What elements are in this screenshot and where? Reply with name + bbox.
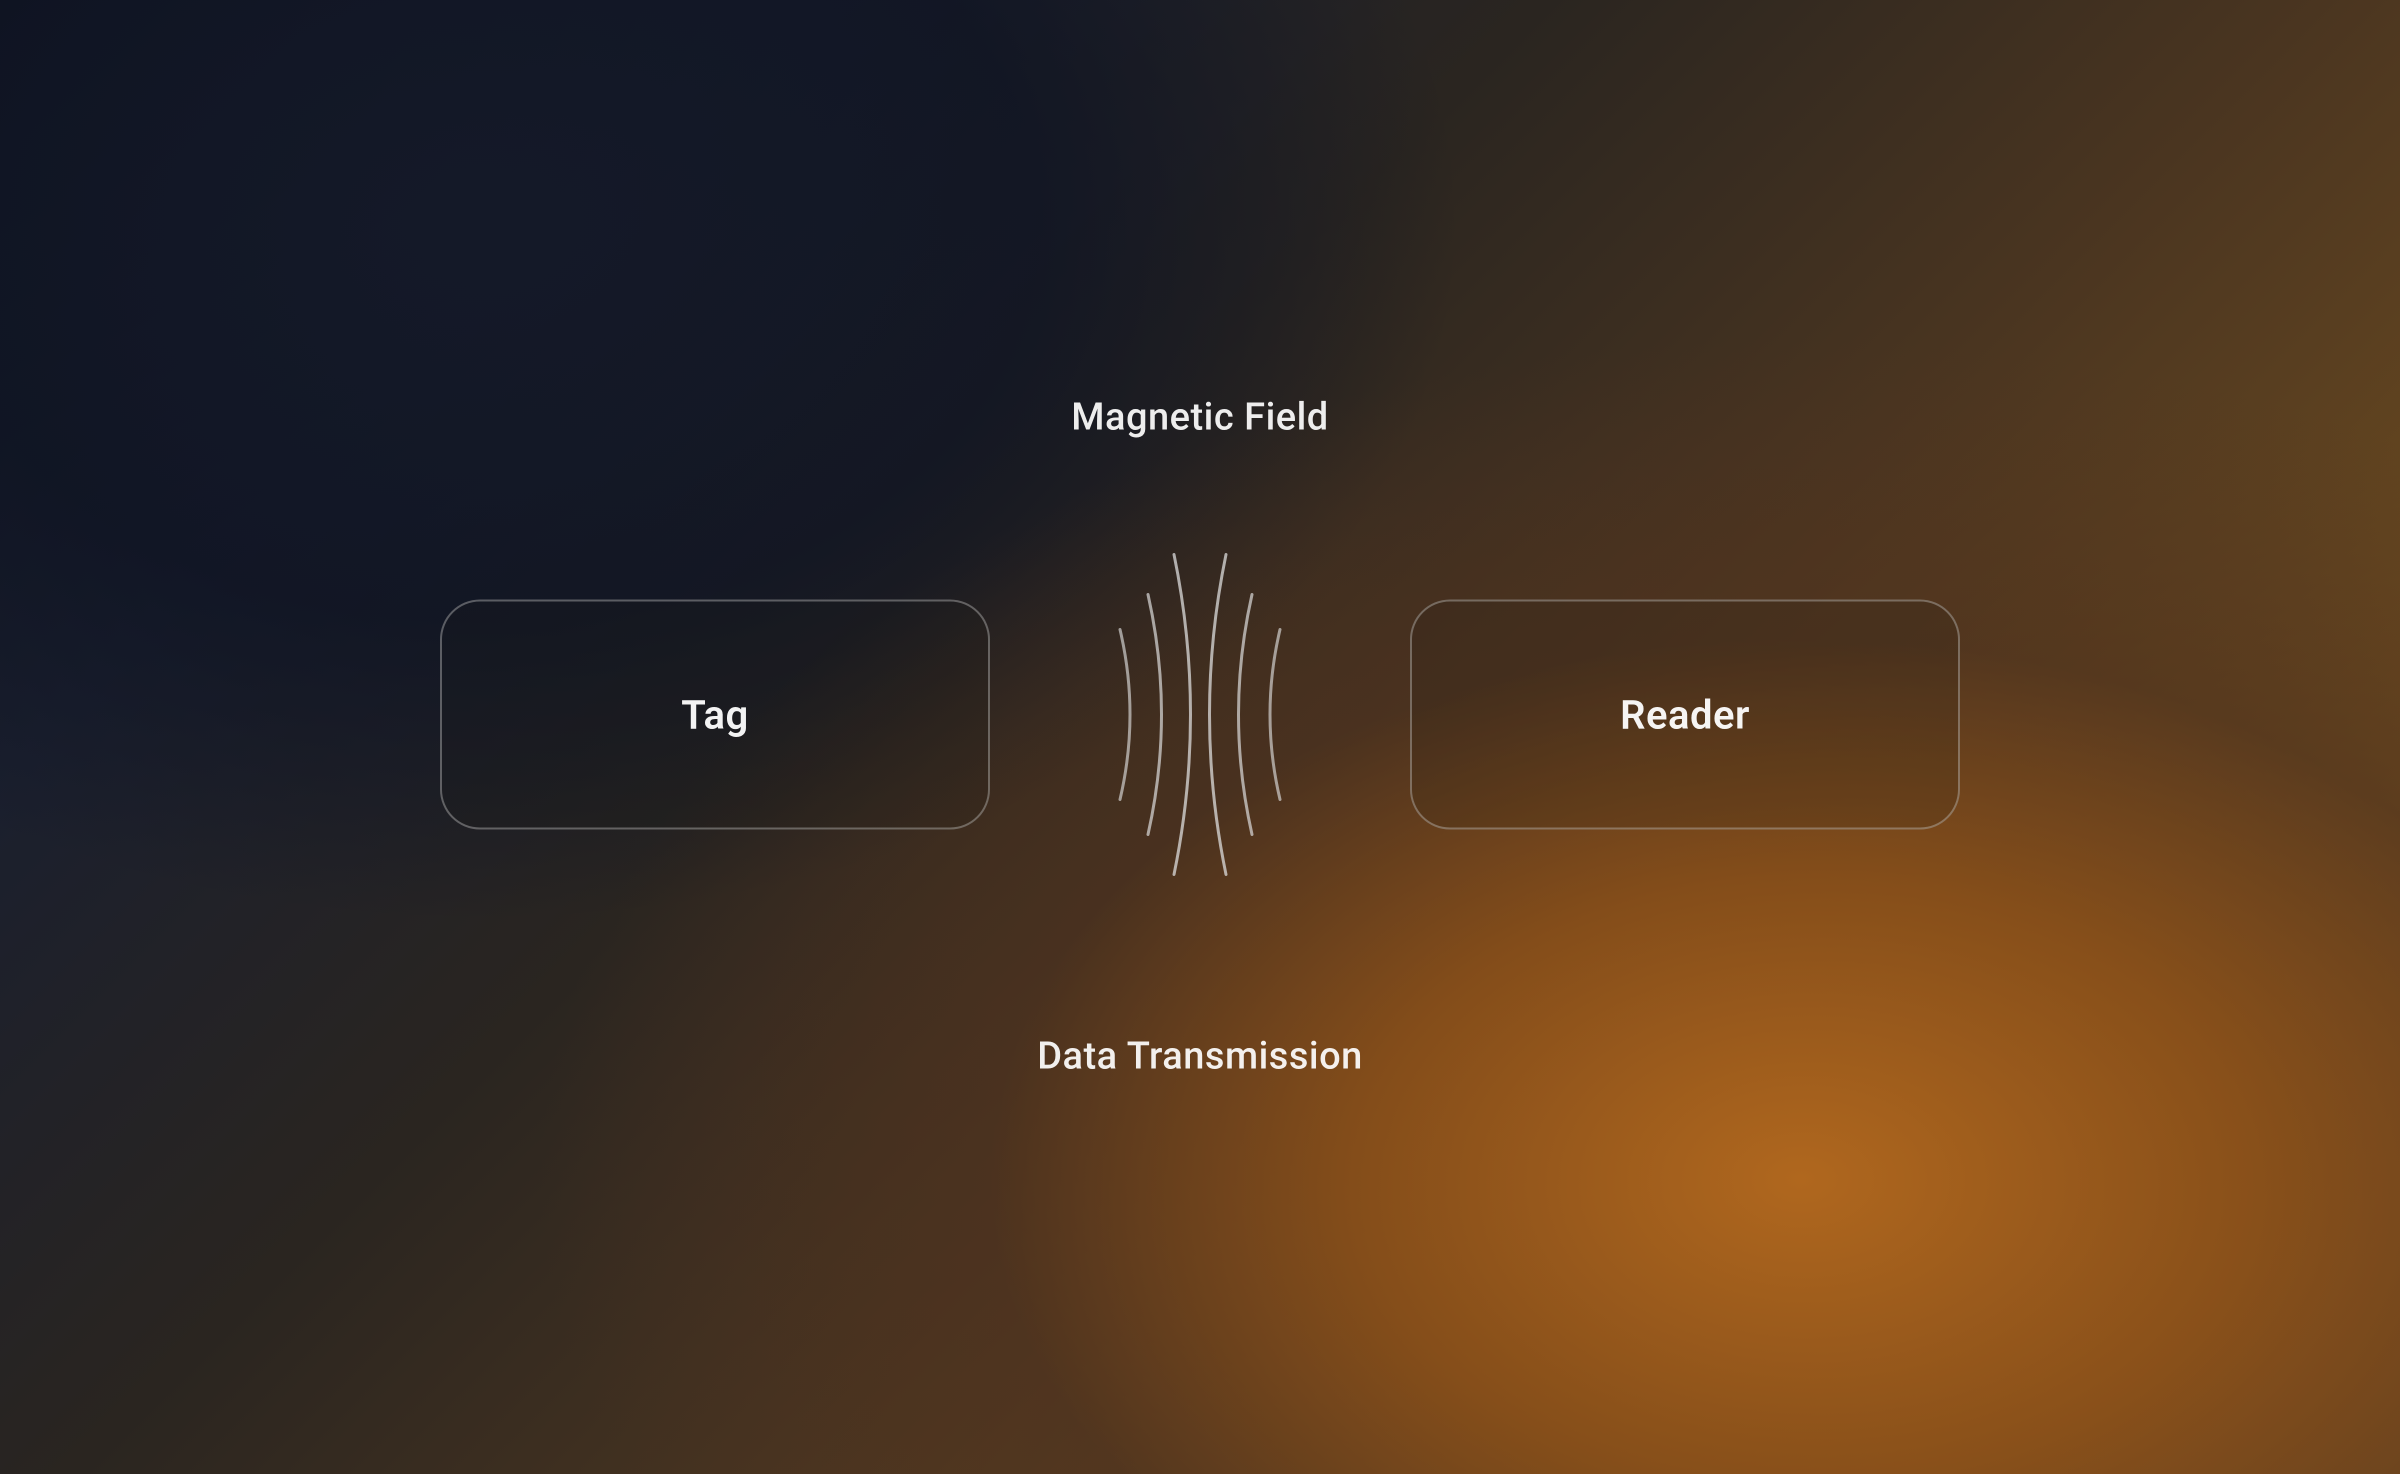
reader-box: Reader bbox=[1410, 600, 1960, 830]
diagram-container: Magnetic Field Tag bbox=[0, 396, 2400, 1079]
diagram-row: Tag Reader bbox=[440, 545, 1960, 885]
data-transmission-label: Data Transmission bbox=[1037, 1035, 1363, 1079]
magnetic-field-label: Magnetic Field bbox=[1071, 396, 1328, 440]
waves-icon bbox=[1080, 545, 1320, 885]
tag-label: Tag bbox=[681, 691, 749, 738]
tag-box: Tag bbox=[440, 600, 990, 830]
reader-label: Reader bbox=[1620, 691, 1750, 738]
